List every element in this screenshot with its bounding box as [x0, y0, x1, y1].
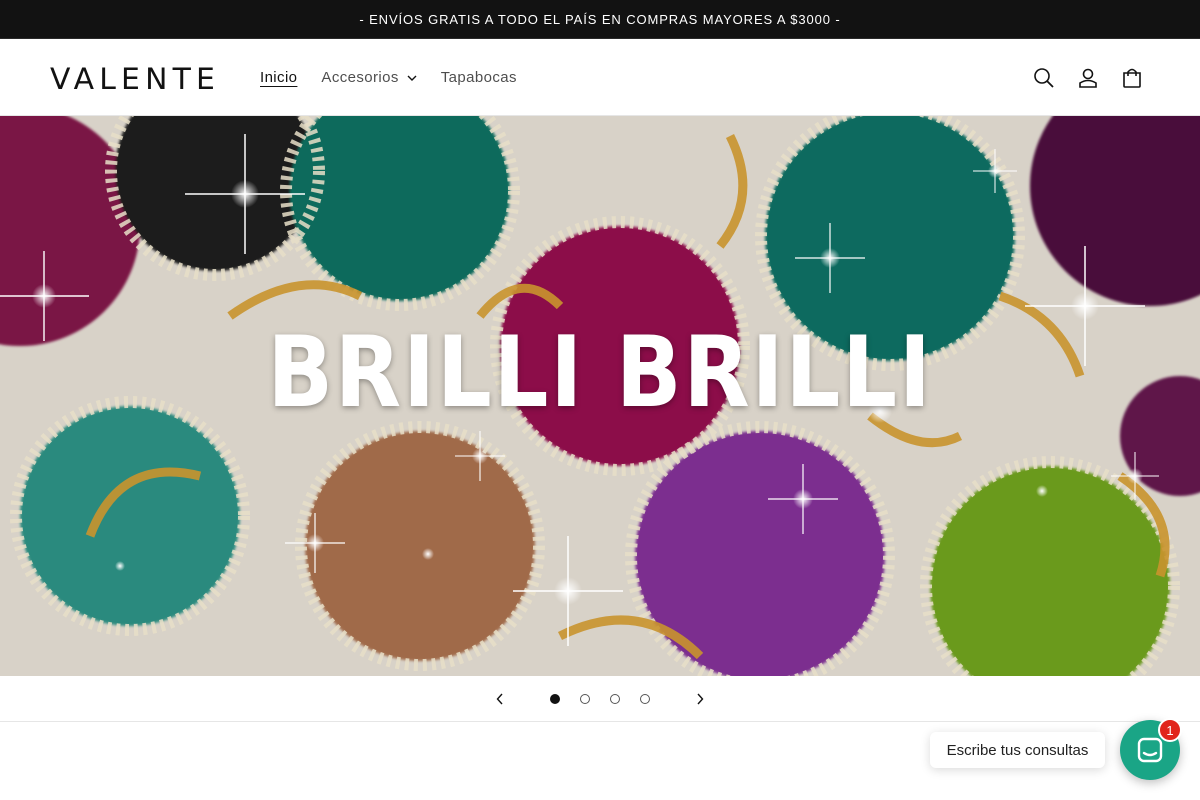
slide-next-button[interactable] — [678, 677, 722, 721]
slide-dot[interactable] — [580, 693, 590, 704]
slide-dots — [540, 693, 660, 704]
logo-text: VALENTE — [50, 63, 220, 93]
account-icon — [1079, 68, 1097, 88]
slider-controls — [0, 676, 1200, 722]
cart-icon — [1123, 68, 1141, 88]
nav-item-accesorios[interactable]: Accesorios — [321, 69, 417, 86]
announcement-bar: - ENVÍOS GRATIS A TODO EL PAÍS EN COMPRA… — [0, 0, 1200, 39]
site-header: VALENTE Inicio Accesorios Tapabocas — [0, 39, 1200, 116]
announcement-text: - ENVÍOS GRATIS A TODO EL PAÍS EN COMPRA… — [359, 11, 841, 27]
chat-prompt-bubble[interactable]: Escribe tus consultas — [930, 732, 1105, 768]
cart-button[interactable] — [1110, 56, 1154, 100]
search-button[interactable] — [1022, 56, 1066, 100]
nav-item-inicio[interactable]: Inicio — [260, 69, 297, 86]
nav-item-tapabocas[interactable]: Tapabocas — [441, 69, 517, 86]
slide-dot[interactable] — [610, 693, 620, 704]
main-nav: Inicio Accesorios Tapabocas — [260, 39, 541, 116]
hero-slide: BRILLI BRILLI — [0, 116, 1200, 676]
chat-icon — [1137, 737, 1163, 763]
hero-title: BRILLI BRILLI — [267, 316, 933, 430]
search-icon — [1034, 67, 1054, 88]
slide-dot[interactable] — [550, 693, 560, 704]
chevron-left-icon — [496, 693, 503, 704]
chat-prompt-text: Escribe tus consultas — [946, 741, 1089, 759]
logo[interactable]: VALENTE — [50, 63, 222, 93]
slide-prev-button[interactable] — [478, 677, 522, 721]
nav-item-label: Inicio — [260, 69, 298, 86]
slide-dot[interactable] — [640, 693, 650, 704]
chat-notification-badge: 1 — [1158, 718, 1182, 742]
chevron-down-icon — [407, 75, 417, 81]
header-icons — [1022, 39, 1154, 116]
chevron-right-icon — [697, 693, 704, 704]
nav-item-label: Tapabocas — [440, 69, 517, 86]
nav-item-label: Accesorios — [321, 69, 399, 86]
account-button[interactable] — [1066, 56, 1110, 100]
